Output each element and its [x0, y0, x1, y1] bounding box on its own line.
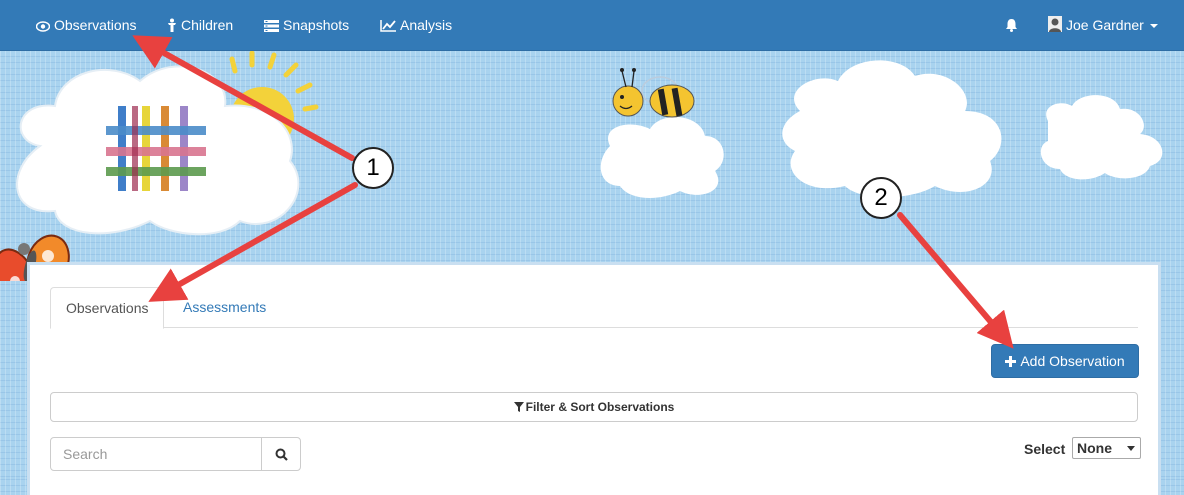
arrow-to-add-observation — [897, 212, 1014, 349]
arrow-to-tab-observations — [148, 182, 358, 302]
annotation-callout-1: 1 — [352, 147, 394, 189]
arrow-to-nav-observations — [132, 35, 355, 161]
annotation-arrows — [132, 35, 1014, 349]
annotation-callout-2: 2 — [860, 177, 902, 219]
